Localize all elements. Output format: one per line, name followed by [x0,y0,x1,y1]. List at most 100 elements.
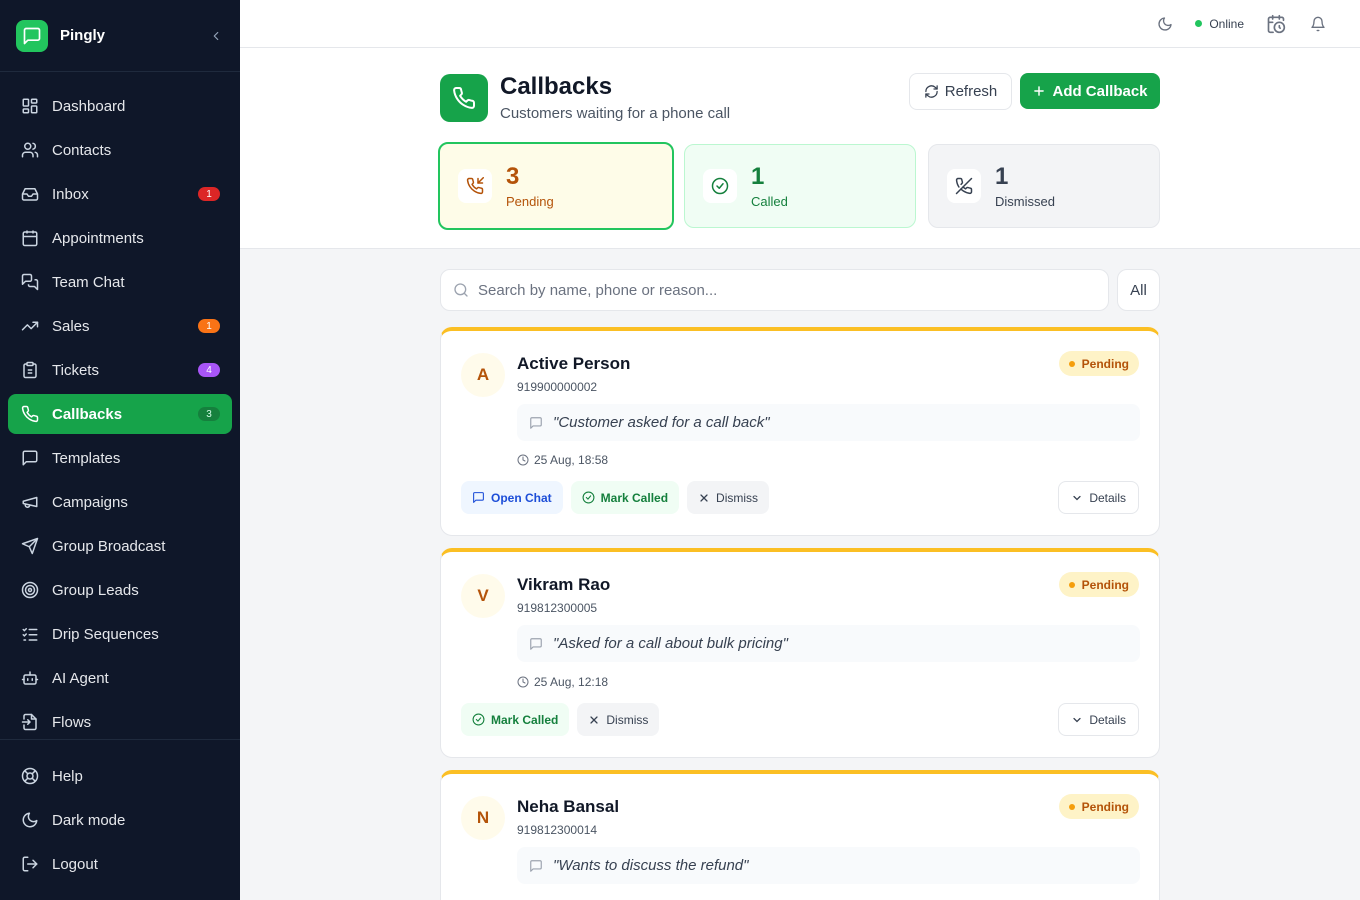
callback-reason: "Wants to discuss the refund" [517,847,1140,884]
card-actions: Mark Called Dismiss [461,703,667,736]
sidebar-item-appointments[interactable]: Appointments [8,218,232,258]
clock-icon [517,454,529,466]
refresh-label: Refresh [944,83,998,100]
callbacks-phone-icon [440,74,488,122]
clipboard-icon [20,360,40,380]
phone-incoming-icon [458,169,492,203]
chevron-down-icon [1073,495,1081,500]
add-callback-button[interactable]: Add Callback [1020,73,1160,109]
page-header: Callbacks Customers waiting for a phone … [240,48,1360,249]
callback-reason: "Customer asked for a call back" [517,404,1140,441]
sidebar-item-label: Dark mode [52,811,126,829]
stat-pending-card[interactable]: 3 Pending [438,142,674,230]
contact-phone: 919900000002 [517,380,598,394]
sidebar-item-inbox[interactable]: Inbox 1 [8,174,232,214]
logout-icon [20,854,40,874]
pingly-logo-icon [16,19,48,52]
sidebar-item-flows[interactable]: Flows [8,702,232,742]
callback-card: A Active Person 919900000002 Pending "Cu… [440,327,1160,536]
sidebar-item-tickets[interactable]: Tickets 4 [8,350,232,390]
reason-text: "Asked for a call about bulk pricing" [553,635,788,652]
status-badge: Pending [1058,794,1139,819]
sidebar-item-help[interactable]: Help [8,756,232,796]
avatar: A [461,353,505,397]
search-input[interactable] [478,281,1078,299]
send-icon [20,536,40,556]
sidebar-item-team-chat[interactable]: Team Chat [8,262,232,302]
tickets-count-badge: 4 [198,363,220,377]
card-actions: Open Chat Mark Called Dismiss [461,481,777,514]
phone-icon [20,404,40,424]
status-label: Pending [1081,799,1129,814]
contact-name: Vikram Rao [517,575,611,594]
flow-icon [20,712,40,732]
sidebar-item-group-leads[interactable]: Group Leads [8,570,232,610]
sidebar-item-contacts[interactable]: Contacts [8,130,232,170]
close-icon [590,715,598,724]
inbox-icon [20,184,40,204]
trending-up-icon [20,316,40,336]
sidebar-item-label: Appointments [52,229,144,247]
dismiss-button[interactable]: Dismiss [687,481,770,514]
details-button[interactable]: Details [1058,703,1139,736]
bot-icon [20,668,40,688]
sidebar-item-templates[interactable]: Templates [8,438,232,478]
brand-header: Pingly [0,0,240,72]
sidebar-item-label: Contacts [52,141,112,159]
status-filter-dropdown[interactable]: All [1117,269,1160,311]
notifications-bell-icon[interactable] [1308,14,1328,34]
inbox-count-badge: 1 [198,187,220,201]
close-icon [700,493,708,502]
details-label: Details [1089,712,1126,727]
mark-called-button[interactable]: Mark Called [461,703,570,736]
clock-icon [517,676,529,688]
callback-card: N Neha Bansal 919812300014 Pending "Want… [440,770,1160,900]
sidebar-item-campaigns[interactable]: Campaigns [8,482,232,522]
search-icon [454,283,468,297]
called-count: 1 [751,162,765,190]
theme-toggle-moon-icon[interactable] [1155,14,1175,34]
status-dot [1195,20,1203,27]
moon-icon [20,810,40,830]
refresh-button[interactable]: Refresh [909,73,1012,110]
lifebuoy-icon [20,766,40,786]
calendar-icon [20,228,40,248]
sidebar-item-ai-agent[interactable]: AI Agent [8,658,232,698]
details-button[interactable]: Details [1058,481,1139,514]
dismissed-label: Dismissed [995,193,1055,209]
sidebar-item-drip-sequences[interactable]: Drip Sequences [8,614,232,654]
sidebar-item-label: Help [52,767,83,785]
contacts-icon [20,140,40,160]
mark-called-button[interactable]: Mark Called [570,481,680,514]
details-label: Details [1089,490,1126,505]
dashboard-icon [20,96,40,116]
dismiss-button[interactable]: Dismiss [577,703,660,736]
sidebar-item-dashboard[interactable]: Dashboard [8,86,232,126]
sidebar: Pingly Dashboard Contacts Inbox 1 Appoin… [0,0,240,900]
sidebar-item-group-broadcast[interactable]: Group Broadcast [8,526,232,566]
open-chat-button[interactable]: Open Chat [461,481,563,514]
time-text: 25 Aug, 12:18 [534,675,609,689]
avatar: V [461,574,505,618]
sidebar-item-label: Drip Sequences [52,625,159,643]
app-name: Pingly [60,27,106,44]
chat-icon [473,492,484,503]
contact-name: Active Person [517,354,631,373]
stat-dismissed-card[interactable]: 1 Dismissed [928,144,1160,228]
contact-phone: 919812300005 [517,601,598,615]
sidebar-item-label: Logout [52,855,98,873]
collapse-sidebar-icon[interactable] [208,28,224,44]
check-circle-icon [703,169,737,203]
status-label: Pending [1081,577,1129,592]
stat-called-card[interactable]: 1 Called [684,144,916,228]
online-status[interactable]: Online [1195,17,1244,31]
status-dot [1068,803,1075,810]
sidebar-item-logout[interactable]: Logout [8,844,232,884]
sidebar-item-callbacks[interactable]: Callbacks 3 [8,394,232,434]
sidebar-item-label: Group Leads [52,581,139,599]
time-text: 25 Aug, 18:58 [534,453,609,467]
calendar-clock-icon[interactable] [1266,14,1286,34]
contact-phone: 919812300014 [517,823,598,837]
sidebar-item-dark-mode[interactable]: Dark mode [8,800,232,840]
sidebar-item-sales[interactable]: Sales 1 [8,306,232,346]
